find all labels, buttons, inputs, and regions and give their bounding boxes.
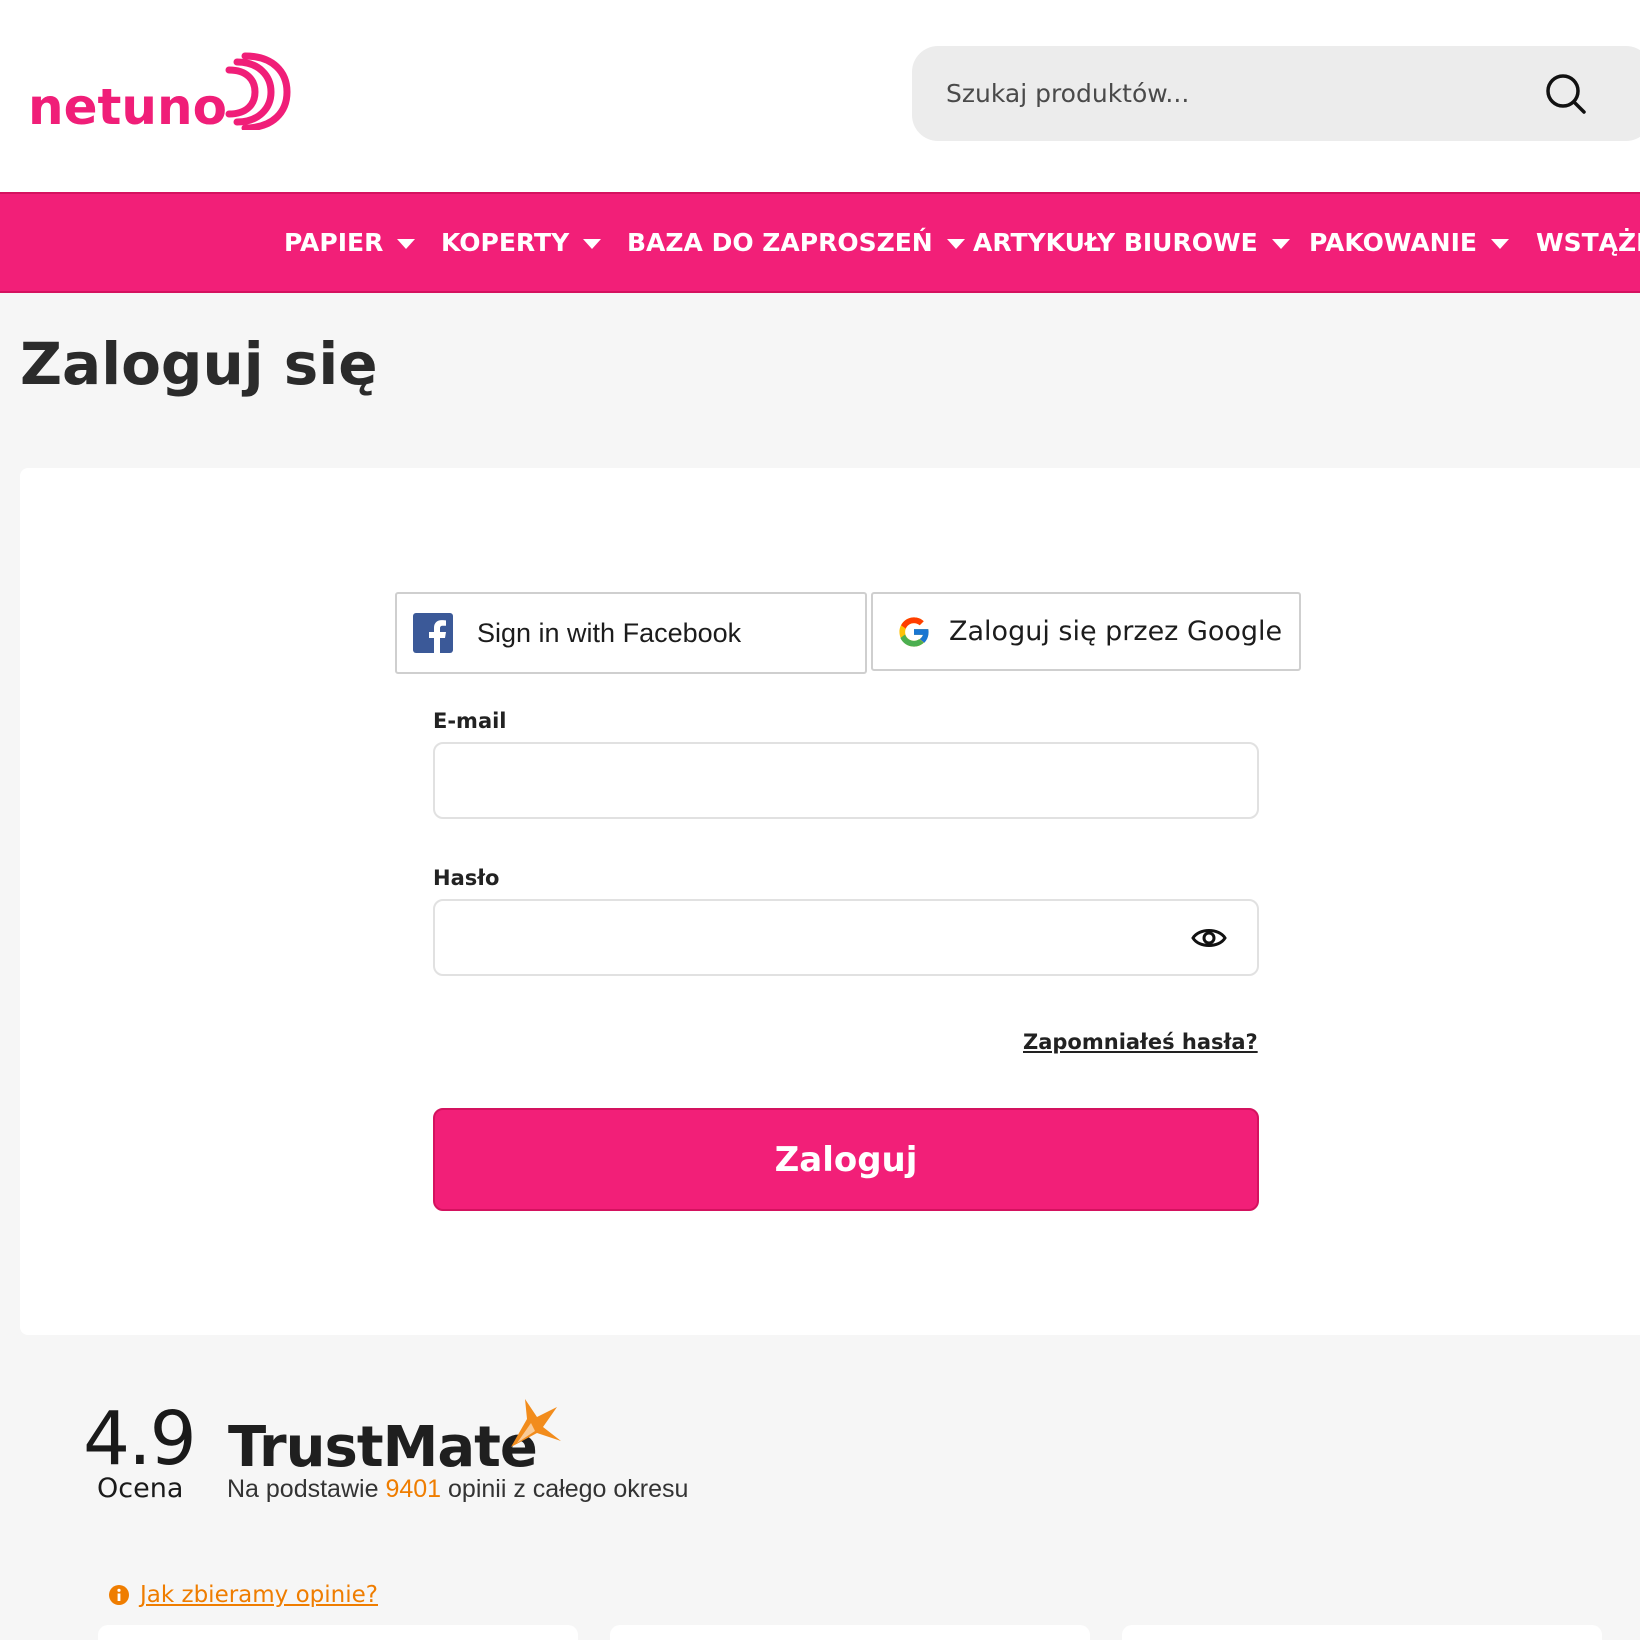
search-input[interactable] xyxy=(946,46,1506,141)
trustmate-summary: Na podstawie 9401 opinii z całego okresu xyxy=(227,1475,688,1504)
review-card[interactable] xyxy=(610,1625,1090,1640)
chevron-down-icon xyxy=(946,238,965,249)
google-login-button[interactable]: Zaloguj się przez Google xyxy=(871,592,1301,671)
google-login-label: Zaloguj się przez Google xyxy=(949,616,1283,647)
email-label: E-mail xyxy=(433,709,507,733)
nav-item-wstazki[interactable]: WSTĄŻKI xyxy=(1536,194,1640,291)
summary-suffix: opinii z całego okresu xyxy=(441,1475,689,1503)
facebook-login-button[interactable]: Sign in with Facebook xyxy=(395,592,867,674)
google-icon xyxy=(899,616,930,647)
search-bar xyxy=(912,46,1640,141)
trustmate-logo[interactable]: TrustMate xyxy=(228,1420,538,1476)
email-field-wrapper xyxy=(433,742,1259,819)
nav-item-artykuly-biurowe[interactable]: ARTYKUŁY BIUROWE xyxy=(973,194,1290,291)
nav-item-label: PAKOWANIE xyxy=(1309,228,1477,257)
review-card[interactable] xyxy=(1122,1625,1602,1640)
password-field[interactable] xyxy=(435,901,1257,974)
nav-item-koperty[interactable]: KOPERTY xyxy=(441,194,602,291)
nav-item-label: WSTĄŻKI xyxy=(1536,228,1640,257)
review-card[interactable] xyxy=(98,1625,578,1640)
info-icon xyxy=(109,1585,129,1605)
summary-prefix: Na podstawie xyxy=(227,1475,386,1503)
nav-item-baza-do-zaproszen[interactable]: BAZA DO ZAPROSZEŃ xyxy=(627,194,965,291)
netuno-logo[interactable]: netuno xyxy=(28,52,293,132)
rating-score: 4.9 xyxy=(83,1396,197,1482)
forgot-password-link[interactable]: Zapomniałeś hasła? xyxy=(1023,1030,1258,1054)
password-label: Hasło xyxy=(433,866,500,890)
facebook-login-label: Sign in with Facebook xyxy=(477,617,742,648)
site-header: netuno xyxy=(0,0,1640,192)
trustmate-star-icon xyxy=(511,1399,561,1447)
review-count: 9401 xyxy=(385,1475,442,1503)
nav-item-label: ARTYKUŁY BIUROWE xyxy=(973,228,1258,257)
login-submit-button[interactable]: Zaloguj xyxy=(433,1108,1259,1211)
password-field-wrapper xyxy=(433,899,1259,976)
logo-text: netuno xyxy=(28,78,227,136)
logo-waves-icon xyxy=(225,52,291,130)
eye-icon[interactable] xyxy=(1191,923,1227,953)
main-nav: PAPIER KOPERTY BAZA DO ZAPROSZEŃ ARTYKUŁ… xyxy=(0,192,1640,293)
chevron-down-icon xyxy=(397,238,416,249)
nav-item-label: BAZA DO ZAPROSZEŃ xyxy=(627,228,933,257)
info-link: Jak zbieramy opinie? xyxy=(140,1582,378,1608)
search-icon[interactable] xyxy=(1544,72,1588,116)
page-title: Zaloguj się xyxy=(20,330,378,398)
email-field[interactable] xyxy=(435,744,1257,817)
nav-item-label: PAPIER xyxy=(284,228,384,257)
facebook-icon xyxy=(413,613,453,653)
rating-label: Ocena xyxy=(97,1473,184,1504)
nav-item-papier[interactable]: PAPIER xyxy=(284,194,416,291)
chevron-down-icon xyxy=(1271,238,1290,249)
nav-item-pakowanie[interactable]: PAKOWANIE xyxy=(1309,194,1509,291)
chevron-down-icon xyxy=(1490,238,1509,249)
chevron-down-icon xyxy=(583,238,602,249)
how-we-collect-reviews[interactable]: Jak zbieramy opinie? xyxy=(108,1582,378,1608)
nav-item-label: KOPERTY xyxy=(441,228,570,257)
